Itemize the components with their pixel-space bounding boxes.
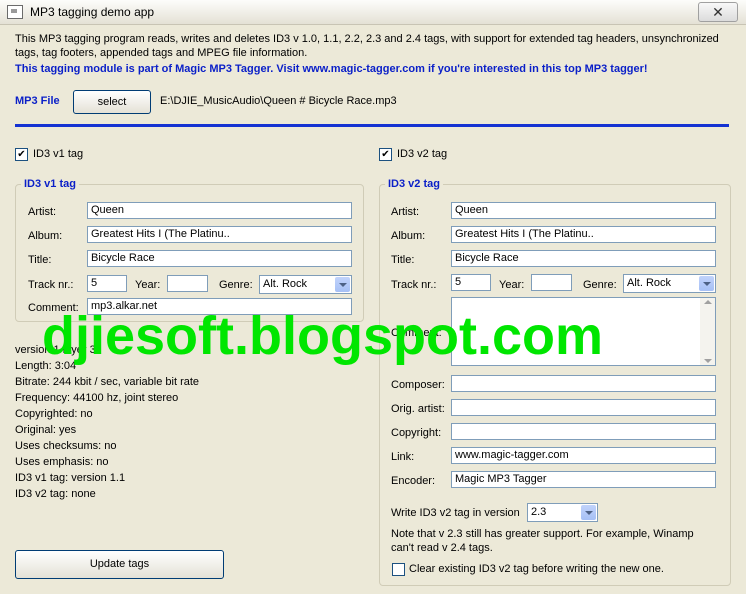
v1-album-label: Album:: [28, 230, 63, 242]
description-text: This MP3 tagging program reads, writes a…: [15, 33, 719, 59]
divider-rule: [15, 124, 729, 127]
chevron-down-icon[interactable]: [581, 505, 596, 520]
v2-artist-field[interactable]: Queen: [451, 202, 716, 219]
file-path: E:\DJIE_MusicAudio\Queen # Bicycle Race.…: [160, 95, 397, 107]
id3v1-checkbox[interactable]: ✔: [15, 148, 28, 161]
v2-copyright-label: Copyright:: [391, 427, 442, 439]
update-tags-button[interactable]: Update tags: [15, 550, 224, 579]
chevron-down-icon[interactable]: [335, 277, 350, 292]
v2-link-label: Link:: [391, 451, 415, 463]
v1-title-field[interactable]: Bicycle Race: [87, 250, 352, 267]
v2-copyright-field[interactable]: [451, 423, 716, 440]
v2-encoder-field[interactable]: Magic MP3 Tagger: [451, 471, 716, 488]
v2-year-field[interactable]: [531, 274, 572, 291]
v2-album-field[interactable]: Greatest Hits I (The Platinu..: [451, 226, 716, 243]
id3v2-checkbox[interactable]: ✔: [379, 148, 392, 161]
v1-artist-field[interactable]: Queen: [87, 202, 352, 219]
version-note: Note that v 2.3 still has greater suppor…: [391, 528, 694, 554]
info-copyrighted: Copyrighted: no: [15, 408, 93, 420]
comment-scrollbar[interactable]: [700, 298, 715, 365]
window-title: MP3 tagging demo app: [30, 5, 155, 19]
info-checksums: Uses checksums: no: [15, 440, 117, 452]
v2-year-label: Year:: [499, 279, 525, 291]
clear-v2-checkbox[interactable]: [392, 563, 405, 576]
clear-v2-label: Clear existing ID3 v2 tag before writing…: [409, 563, 664, 575]
close-button[interactable]: ✕: [698, 2, 738, 22]
app-icon: [7, 5, 23, 19]
v2-composer-label: Composer:: [391, 379, 445, 391]
promo-text: This tagging module is part of Magic MP3…: [15, 63, 648, 75]
v1-title-label: Title:: [28, 254, 52, 266]
v1-album-field[interactable]: Greatest Hits I (The Platinu..: [87, 226, 352, 243]
watermark-text: djiesoft.blogspot.com: [42, 306, 603, 366]
v2-track-field[interactable]: 5: [451, 274, 491, 291]
id3v1-group-title: ID3 v1 tag: [21, 178, 79, 190]
info-id3v1: ID3 v1 tag: version 1.1: [15, 472, 126, 484]
v2-title-label: Title:: [391, 254, 415, 266]
v2-genre-label: Genre:: [583, 279, 617, 291]
v2-genre-select[interactable]: Alt. Rock: [623, 274, 716, 293]
v1-track-field[interactable]: 5: [87, 275, 127, 292]
v2-link-field[interactable]: www.magic-tagger.com: [451, 447, 716, 464]
v2-encoder-label: Encoder:: [391, 475, 436, 487]
id3v2-group-title: ID3 v2 tag: [385, 178, 443, 190]
title-bar: MP3 tagging demo app ✕: [0, 0, 746, 25]
v2-composer-field[interactable]: [451, 375, 716, 392]
v2-orig-artist-label: Orig. artist:: [391, 403, 445, 415]
v1-genre-select[interactable]: Alt. Rock: [259, 275, 352, 294]
app-window: MP3 tagging demo app ✕ This MP3 tagging …: [0, 0, 746, 594]
v1-year-field[interactable]: [167, 275, 208, 292]
scroll-up-icon[interactable]: [704, 300, 712, 304]
info-id3v2: ID3 v2 tag: none: [15, 488, 96, 500]
write-version-label: Write ID3 v2 tag in version: [391, 507, 520, 519]
v2-album-label: Album:: [391, 230, 426, 242]
v1-artist-label: Artist:: [28, 206, 57, 218]
id3v2-checkbox-label: ID3 v2 tag: [397, 148, 448, 160]
chevron-down-icon[interactable]: [699, 276, 714, 291]
v1-genre-label: Genre:: [219, 279, 253, 291]
mp3-file-label: MP3 File: [15, 95, 60, 107]
info-emphasis: Uses emphasis: no: [15, 456, 109, 468]
info-original: Original: yes: [15, 424, 77, 436]
id3v1-checkbox-label: ID3 v1 tag: [33, 148, 84, 160]
info-frequency: Frequency: 44100 hz, joint stereo: [15, 392, 179, 404]
v2-title-field[interactable]: Bicycle Race: [451, 250, 716, 267]
v1-genre-value: Alt. Rock: [263, 278, 308, 290]
write-version-value: 2.3: [531, 506, 547, 518]
scroll-down-icon[interactable]: [704, 359, 712, 363]
v2-track-label: Track nr.:: [391, 279, 437, 291]
write-version-select[interactable]: 2.3: [527, 503, 598, 522]
v2-genre-value: Alt. Rock: [627, 277, 672, 289]
v1-year-label: Year:: [135, 279, 161, 291]
v2-artist-label: Artist:: [391, 206, 420, 218]
info-bitrate: Bitrate: 244 kbit / sec, variable bit ra…: [15, 376, 200, 388]
v2-orig-artist-field[interactable]: [451, 399, 716, 416]
select-file-button[interactable]: select: [73, 90, 151, 114]
v1-track-label: Track nr.:: [28, 279, 74, 291]
